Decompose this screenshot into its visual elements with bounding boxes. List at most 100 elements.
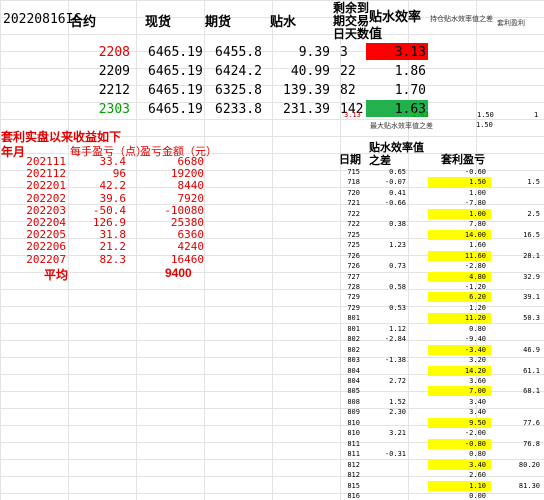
- max-diff-value: 1.50: [476, 121, 493, 129]
- daily-pnl: 7.80: [469, 220, 486, 229]
- daily-diff: 1.23: [389, 241, 406, 250]
- daily-pnl: 0.80: [469, 324, 486, 333]
- futures-price: 6233.8: [215, 102, 262, 117]
- summary-month: 202205: [26, 228, 66, 242]
- daily-cumulative: 16.5: [523, 230, 540, 239]
- summary-month: 202207: [26, 252, 66, 266]
- daily-header-pnl: 套利盈亏: [441, 154, 485, 166]
- daily-pnl: 1.60: [469, 241, 486, 250]
- daily-diff: 0.73: [389, 262, 406, 271]
- summary-points: 31.8: [99, 228, 127, 242]
- daily-pnl: -1.20: [464, 282, 486, 291]
- daily-pnl: 2.60: [469, 471, 486, 480]
- daily-cumulative: 80.20: [518, 460, 540, 469]
- daily-pnl: 3.40: [469, 460, 486, 469]
- daily-diff: 1.12: [389, 324, 406, 333]
- daily-date: 727: [347, 272, 360, 281]
- daily-cumulative: 77.6: [523, 418, 540, 427]
- daily-date: 728: [347, 282, 360, 291]
- summary-points: 33.4: [99, 155, 127, 168]
- summary-points: 82.3: [99, 252, 127, 266]
- daily-date: 726: [347, 251, 360, 260]
- small-value-d: 1: [534, 111, 539, 119]
- discount-value: 231.39: [283, 102, 330, 117]
- daily-date: 725: [347, 230, 360, 239]
- efficiency-value: 1.70: [394, 83, 426, 98]
- daily-pnl: 0.80: [469, 450, 486, 459]
- daily-pnl: -2.80: [464, 262, 486, 271]
- avg-label: 平均: [44, 268, 69, 282]
- daily-date: 729: [347, 293, 360, 302]
- daily-pnl: 1.50: [469, 178, 486, 187]
- contract-code: 2208: [98, 45, 130, 60]
- daily-pnl: 1.20: [469, 303, 486, 312]
- daily-date: 810: [347, 429, 360, 438]
- daily-date: 812: [347, 460, 360, 469]
- summary-points: 96: [112, 167, 126, 181]
- header-arb-profit: 套利盈利: [497, 20, 525, 27]
- daily-date: 811: [347, 450, 360, 459]
- summary-month: 202201: [26, 179, 66, 193]
- daily-date: 725: [347, 241, 360, 250]
- daily-diff: 1.52: [389, 397, 406, 406]
- daily-diff: -1.38: [384, 356, 406, 365]
- summary-points: -50.4: [92, 203, 126, 217]
- discount-value: 139.39: [283, 83, 330, 98]
- daily-date: 802: [347, 345, 360, 354]
- daily-date: 801: [347, 324, 360, 333]
- daily-date: 722: [347, 209, 360, 218]
- daily-pnl: 6.20: [469, 293, 486, 302]
- daily-diff: -2.84: [384, 335, 406, 344]
- daily-date: 801: [347, 314, 360, 323]
- summary-amount: 16460: [170, 252, 204, 266]
- daily-date: 802: [347, 335, 360, 344]
- daily-date: 720: [347, 188, 360, 197]
- daily-pnl: 7.00: [469, 387, 486, 396]
- summary-points: 42.2: [99, 179, 127, 193]
- daily-cumulative: 1.5: [527, 178, 540, 187]
- daily-pnl: -7.80: [464, 199, 486, 208]
- daily-date: 816: [347, 491, 360, 500]
- daily-cumulative: 68.1: [523, 387, 540, 396]
- futures-price: 6455.8: [215, 45, 262, 60]
- daily-pnl: 11.60: [464, 251, 486, 260]
- small-value-b: 1.63: [412, 111, 429, 119]
- daily-date: 808: [347, 397, 360, 406]
- daily-pnl: -2.00: [464, 429, 486, 438]
- daily-cumulative: 28.1: [523, 251, 540, 260]
- daily-diff: 2.30: [389, 408, 406, 417]
- daily-date: 804: [347, 366, 360, 375]
- daily-date: 722: [347, 220, 360, 229]
- header-futures: 期货: [205, 14, 232, 29]
- daily-cumulative: 32.9: [523, 272, 540, 281]
- summary-month: 202204: [26, 216, 66, 229]
- spot-price: 6465.19: [148, 83, 203, 98]
- summary-month: 202203: [26, 203, 66, 217]
- contract-code: 2303: [98, 102, 130, 117]
- daily-diff: 0.41: [389, 188, 406, 197]
- daily-date: 715: [347, 168, 360, 176]
- spot-price: 6465.19: [148, 64, 203, 79]
- summary-amount: 7920: [177, 191, 205, 205]
- summary-points: 21.2: [99, 240, 127, 254]
- avg-value: 9400: [165, 266, 192, 280]
- daily-cumulative: 50.3: [523, 314, 540, 323]
- daily-pnl: 1.00: [469, 209, 486, 218]
- summary-month: 202206: [26, 240, 66, 254]
- daily-pnl: 3.40: [469, 397, 486, 406]
- daily-pnl: 14.20: [464, 366, 486, 375]
- daily-date: 729: [347, 303, 360, 312]
- summary-amount: 25380: [170, 216, 204, 229]
- daily-pnl: 0.00: [469, 491, 486, 500]
- daily-cumulative: 46.9: [523, 345, 540, 354]
- daily-diff: 3.21: [389, 429, 406, 438]
- daily-cumulative: 76.8: [523, 439, 540, 448]
- contract-code: 2212: [98, 83, 130, 98]
- daily-cumulative: 81.30: [518, 481, 540, 490]
- max-diff-label: 最大贴水效率值之差: [370, 123, 433, 130]
- summary-month: 202202: [26, 191, 66, 205]
- summary-month: 202112: [26, 167, 66, 181]
- daily-date: 803: [347, 356, 360, 365]
- days-remaining: 22: [340, 64, 356, 79]
- daily-date: 805: [347, 387, 360, 396]
